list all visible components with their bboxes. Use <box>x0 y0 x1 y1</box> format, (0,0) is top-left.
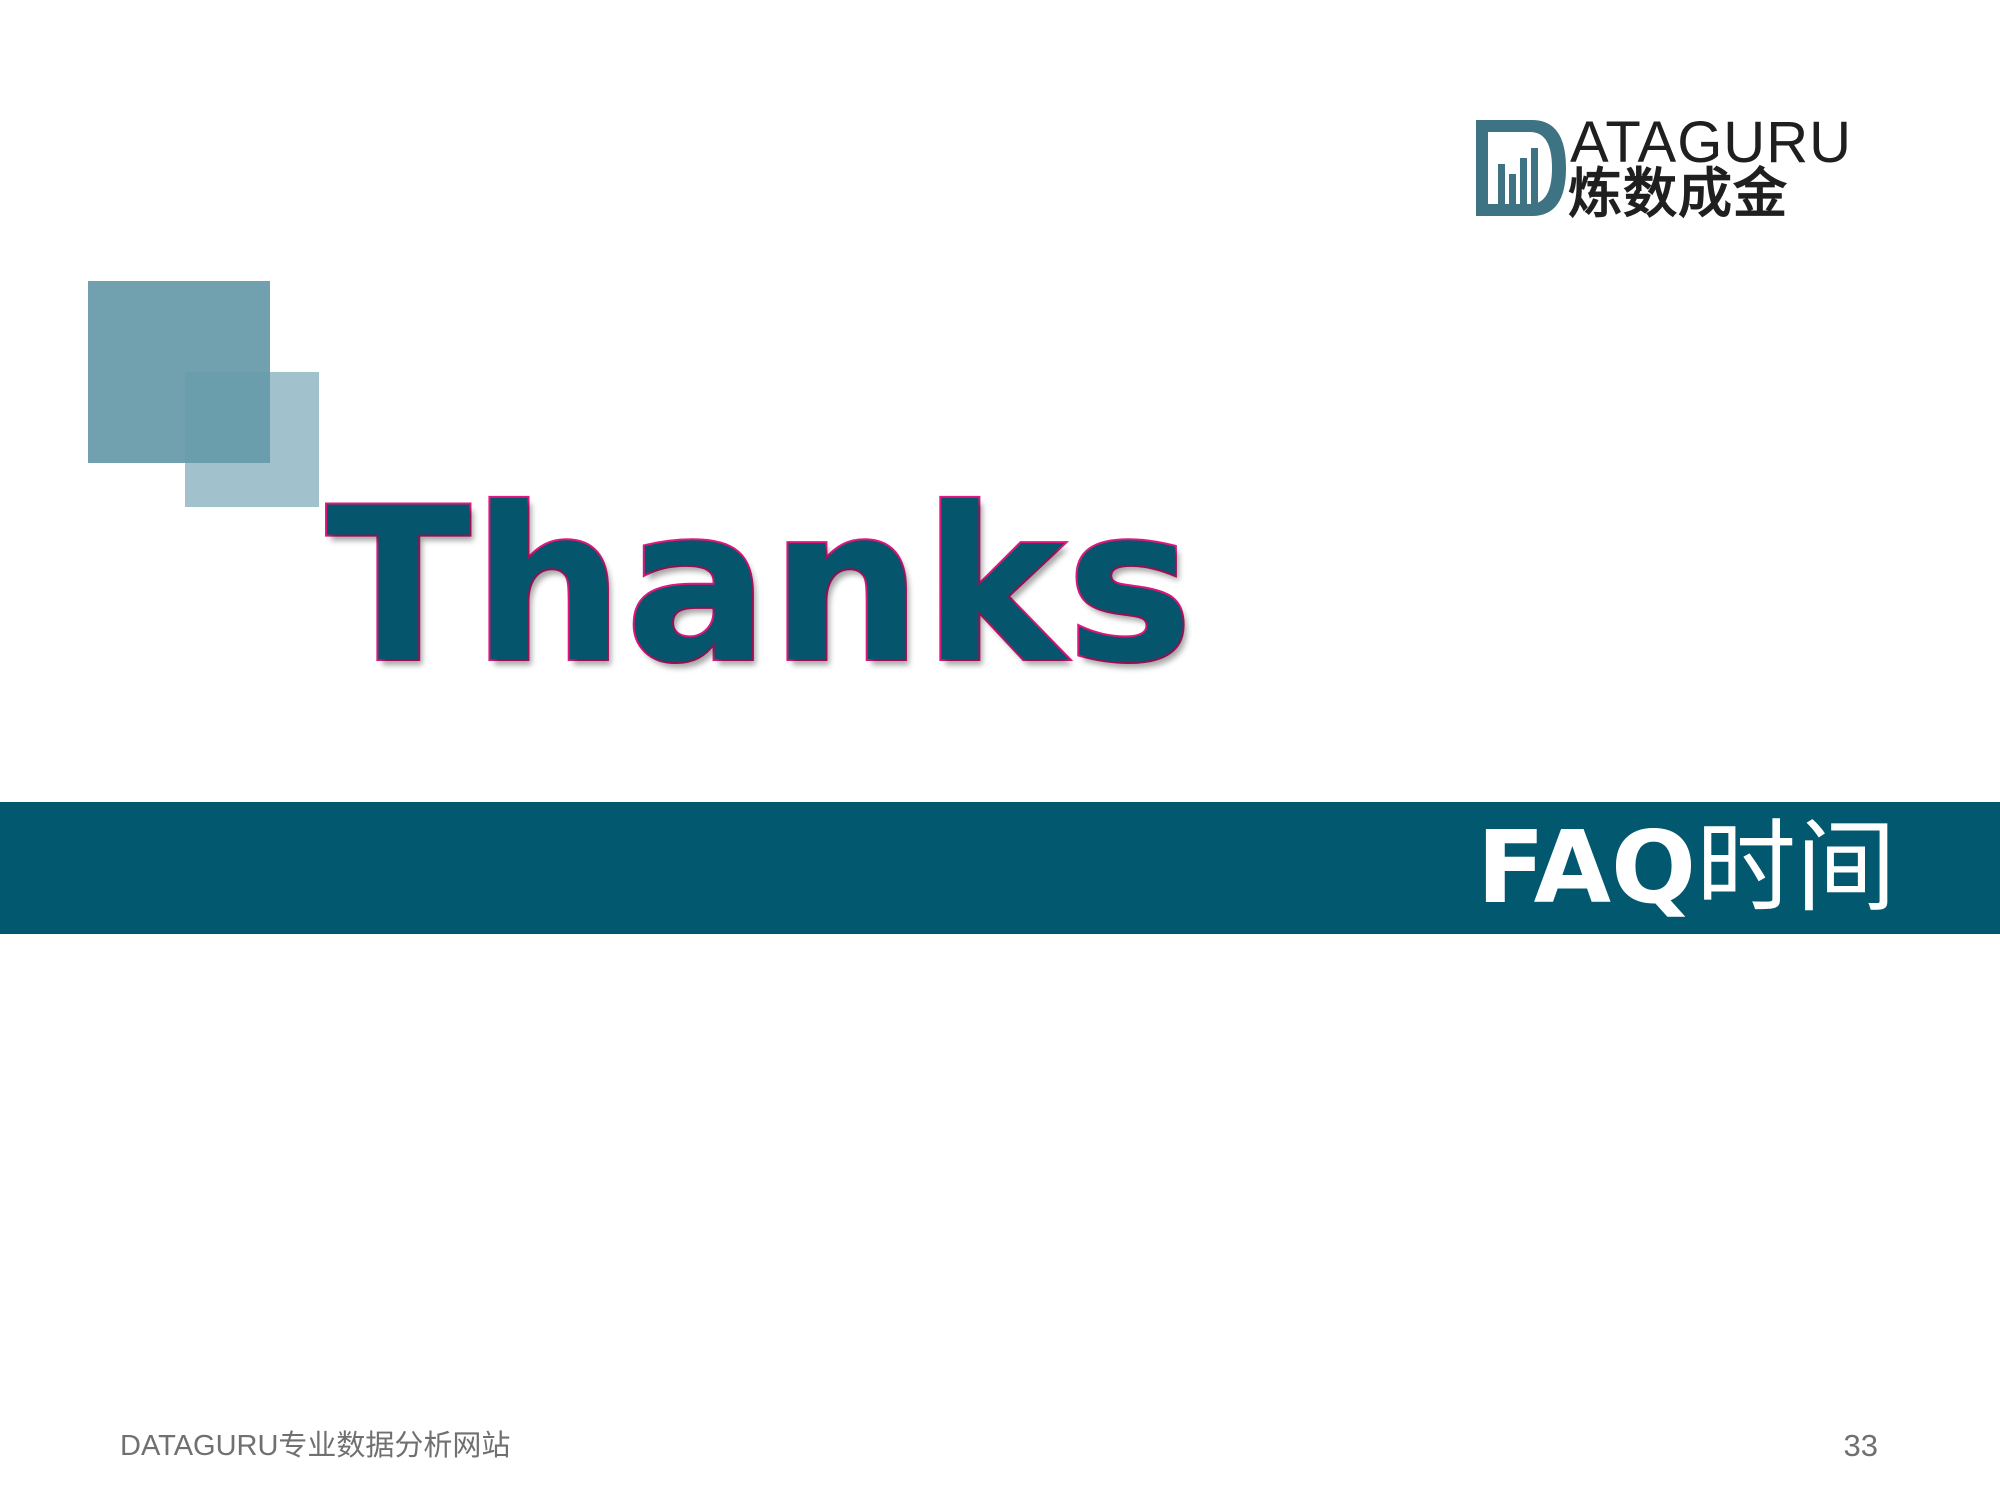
thanks-title: Thanks <box>324 462 1195 709</box>
decorative-square-small <box>185 372 319 507</box>
faq-band: FAQ时间 <box>0 802 2000 934</box>
slide: ATAGURU 炼数成金 Thanks FAQ时间 DATAGURU专业数据分析… <box>0 0 2000 1500</box>
page-number: 33 <box>1843 1428 1878 1463</box>
footer-site-name: DATAGURU专业数据分析网站 <box>120 1430 511 1462</box>
dataguru-logo: ATAGURU 炼数成金 <box>1474 114 1874 225</box>
logo-chinese-text: 炼数成金 <box>1568 162 1788 225</box>
dataguru-logo-icon <box>1476 120 1566 216</box>
faq-title-latin: FAQ <box>1476 809 1696 926</box>
faq-title: FAQ时间 <box>1477 810 1896 926</box>
faq-title-cn: 时间 <box>1696 809 1896 926</box>
